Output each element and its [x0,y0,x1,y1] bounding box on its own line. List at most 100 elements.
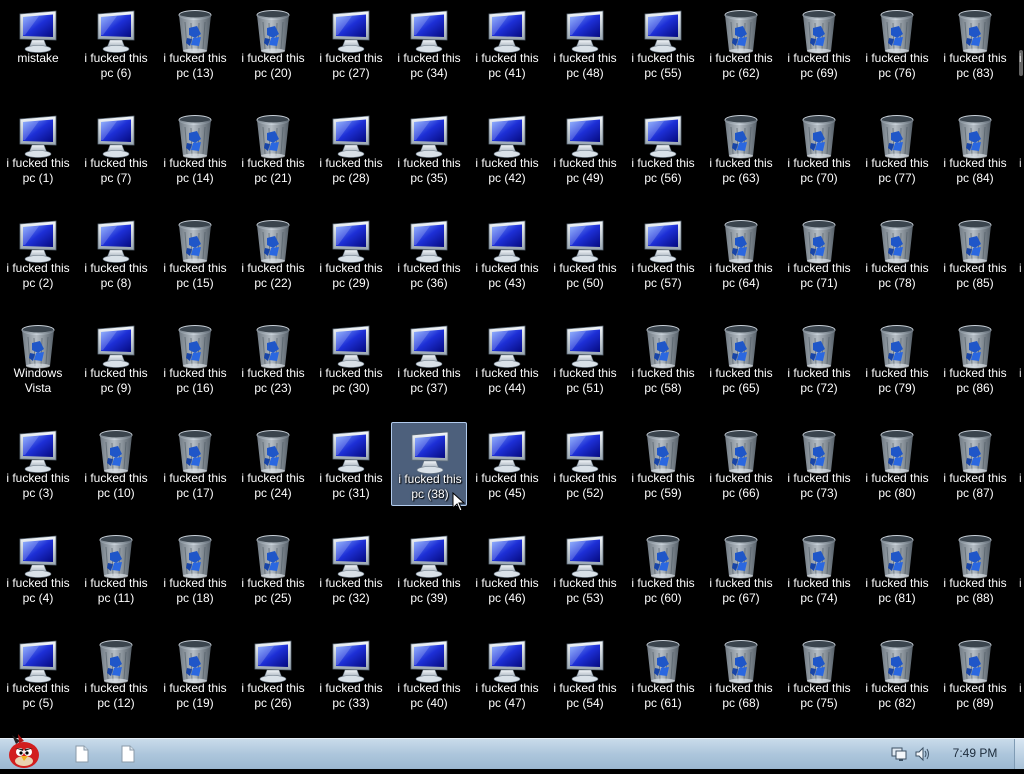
desktop-recycle-bin-shortcut[interactable]: i fucked this pc (73) [781,422,857,506]
desktop-recycle-bin-shortcut[interactable]: i fucked this pc (69) [781,2,857,86]
desktop-recycle-bin-shortcut[interactable]: i fucked this pc (62) [703,2,779,86]
desktop-computer-shortcut[interactable]: i fucked this pc (32) [313,527,389,611]
desktop-computer-shortcut[interactable]: i fucked this pc (39) [391,527,467,611]
desktop-computer-shortcut[interactable]: i fucked this pc (49) [547,107,623,191]
network-icon[interactable] [890,746,908,762]
desktop-computer-shortcut[interactable]: i fucked this pc (8) [78,212,154,296]
desktop-computer-shortcut[interactable]: i fucked this pc (44) [469,317,545,401]
desktop-recycle-bin-shortcut[interactable]: i fucked this pc (18) [157,527,233,611]
desktop-computer-shortcut[interactable]: i fucked this pc (51) [547,317,623,401]
desktop-recycle-bin-shortcut[interactable]: i fucked this pc (82) [859,632,935,716]
desktop-computer-shortcut[interactable]: i fucked this pc (31) [313,422,389,506]
desktop-icon-label: i fucked this pc (82) [865,681,929,710]
desktop-recycle-bin-shortcut[interactable]: i fucked this pc (16) [157,317,233,401]
desktop-computer-shortcut[interactable]: i fucked this pc (30) [313,317,389,401]
desktop-recycle-bin-shortcut[interactable]: i fucked this pc (84) [937,107,1013,191]
desktop-computer-shortcut[interactable]: i fucked this pc (33) [313,632,389,716]
desktop-computer-shortcut[interactable]: i fucked this pc (29) [313,212,389,296]
desktop-computer-shortcut[interactable]: i fucked this pc (52) [547,422,623,506]
desktop-recycle-bin-shortcut[interactable]: i fucked this pc (58) [625,317,701,401]
desktop-computer-shortcut[interactable]: i fucked this pc (37) [391,317,467,401]
desktop-recycle-bin-shortcut[interactable]: i fucked this pc (87) [937,422,1013,506]
taskbar-document-2[interactable] [118,744,138,764]
desktop-computer-shortcut[interactable]: i fucked this pc (2) [0,212,76,296]
desktop-recycle-bin-shortcut[interactable]: i fucked this pc (88) [937,527,1013,611]
desktop-recycle-bin-shortcut[interactable]: i fucked this pc (13) [157,2,233,86]
desktop-computer-shortcut[interactable]: i fucked this pc (55) [625,2,701,86]
desktop-computer-shortcut[interactable]: i fucked this pc (27) [313,2,389,86]
desktop-recycle-bin-shortcut[interactable]: i fucked this pc (74) [781,527,857,611]
desktop-recycle-bin-shortcut[interactable]: i fucked this pc (80) [859,422,935,506]
desktop-computer-shortcut[interactable]: i fucked this pc (50) [547,212,623,296]
desktop-recycle-bin-shortcut[interactable]: i fucked this pc (76) [859,2,935,86]
desktop-computer-shortcut[interactable]: i fucked this pc (57) [625,212,701,296]
show-desktop-button[interactable] [1014,739,1024,769]
desktop-computer-shortcut[interactable]: i fucked this pc (48) [547,2,623,86]
desktop-recycle-bin-shortcut[interactable]: i fucked this pc (19) [157,632,233,716]
desktop-recycle-bin-shortcut[interactable]: i fucked this pc (22) [235,212,311,296]
desktop-recycle-bin-shortcut[interactable]: i fucked this pc (71) [781,212,857,296]
desktop-recycle-bin-shortcut[interactable]: i fucked this pc (83) [937,2,1013,86]
desktop-recycle-bin-shortcut[interactable]: i fucked this pc (75) [781,632,857,716]
desktop-computer-shortcut[interactable]: i fucked this pc (5) [0,632,76,716]
desktop-recycle-bin-shortcut[interactable]: i fucked this pc (23) [235,317,311,401]
desktop-computer-shortcut[interactable]: i fucked this pc (34) [391,2,467,86]
desktop-recycle-bin-shortcut[interactable]: i fucked this pc (70) [781,107,857,191]
desktop-recycle-bin-shortcut[interactable]: i fucked this pc (72) [781,317,857,401]
desktop-recycle-bin-shortcut[interactable]: i fucked this pc (25) [235,527,311,611]
desktop-computer-shortcut[interactable]: i fucked this pc (6) [78,2,154,86]
desktop-computer-shortcut[interactable]: i fucked this pc (53) [547,527,623,611]
desktop-recycle-bin-shortcut[interactable]: i fucked this pc (81) [859,527,935,611]
desktop-recycle-bin-shortcut[interactable]: i fucked this pc (63) [703,107,779,191]
taskbar-clock[interactable]: 7:49 PM [950,746,1000,760]
desktop-recycle-bin-shortcut[interactable]: i fucked this pc (15) [157,212,233,296]
computer-icon [14,638,62,686]
desktop-recycle-bin-shortcut[interactable]: i fucked this pc (85) [937,212,1013,296]
desktop-recycle-bin-shortcut[interactable]: i fucked this pc (89) [937,632,1013,716]
start-button[interactable] [2,732,46,769]
desktop-recycle-bin-shortcut[interactable]: i fucked this pc (21) [235,107,311,191]
desktop-recycle-bin-shortcut[interactable]: i fucked this pc (14) [157,107,233,191]
desktop-computer-shortcut[interactable]: i fucked this pc (28) [313,107,389,191]
desktop-computer-shortcut[interactable]: i fucked this pc (42) [469,107,545,191]
volume-icon[interactable] [914,746,932,762]
desktop-computer-shortcut[interactable]: i fucked this pc (43) [469,212,545,296]
desktop-computer-shortcut[interactable]: i fucked this pc (7) [78,107,154,191]
desktop-recycle-bin-shortcut[interactable]: i fucked this pc (12) [78,632,154,716]
desktop-computer-shortcut[interactable]: i fucked this pc (47) [469,632,545,716]
desktop-recycle-bin-shortcut[interactable]: i fucked this pc (20) [235,2,311,86]
desktop-computer-shortcut[interactable]: mistake [0,2,76,86]
desktop-recycle-bin-shortcut[interactable]: i fucked this pc (86) [937,317,1013,401]
desktop-recycle-bin-shortcut[interactable]: i fucked this pc (10) [78,422,154,506]
desktop-computer-shortcut[interactable]: i fucked this pc (41) [469,2,545,86]
desktop-recycle-bin-shortcut[interactable]: i fucked this pc (77) [859,107,935,191]
desktop-computer-shortcut[interactable]: i fucked this pc (45) [469,422,545,506]
desktop-recycle-bin-shortcut[interactable]: i fucked this pc (68) [703,632,779,716]
desktop-recycle-bin-shortcut[interactable]: i fucked this pc (67) [703,527,779,611]
desktop-computer-shortcut[interactable]: i fucked this pc (26) [235,632,311,716]
desktop-recycle-bin-shortcut[interactable]: i fucked this pc (64) [703,212,779,296]
desktop-recycle-bin-shortcut[interactable]: i fucked this pc (24) [235,422,311,506]
desktop-computer-shortcut[interactable]: i fucked this pc (4) [0,527,76,611]
desktop-computer-shortcut[interactable]: i fucked this pc (35) [391,107,467,191]
desktop-recycle-bin-shortcut[interactable]: i fucked this pc (61) [625,632,701,716]
desktop-recycle-bin-shortcut[interactable]: i fucked this pc (60) [625,527,701,611]
desktop-recycle-bin-shortcut[interactable]: i fucked this pc (78) [859,212,935,296]
desktop-computer-shortcut[interactable]: i fucked this pc (40) [391,632,467,716]
desktop-computer-shortcut[interactable]: i fucked this pc (9) [78,317,154,401]
desktop-computer-shortcut[interactable]: i fucked this pc (56) [625,107,701,191]
desktop-computer-shortcut[interactable]: i fucked this pc (36) [391,212,467,296]
desktop-recycle-bin-shortcut[interactable]: i fucked this pc (59) [625,422,701,506]
desktop-recycle-bin-shortcut[interactable]: i fucked this pc (65) [703,317,779,401]
desktop-recycle-bin-shortcut[interactable]: i fucked this pc (11) [78,527,154,611]
desktop-computer-shortcut[interactable]: i fucked this pc (1) [0,107,76,191]
desktop[interactable]: mistake i fucked this pc (1) i fucked th… [0,0,1024,738]
desktop-computer-shortcut[interactable]: i fucked this pc (3) [0,422,76,506]
desktop-recycle-bin-shortcut[interactable]: i fucked this pc (79) [859,317,935,401]
desktop-computer-shortcut[interactable]: i fucked this pc (46) [469,527,545,611]
taskbar-document-1[interactable] [72,744,92,764]
desktop-recycle-bin-shortcut[interactable]: i fucked this pc (66) [703,422,779,506]
desktop-recycle-bin-shortcut[interactable]: Windows Vista [0,317,76,401]
desktop-computer-shortcut[interactable]: i fucked this pc (54) [547,632,623,716]
desktop-recycle-bin-shortcut[interactable]: i fucked this pc (17) [157,422,233,506]
